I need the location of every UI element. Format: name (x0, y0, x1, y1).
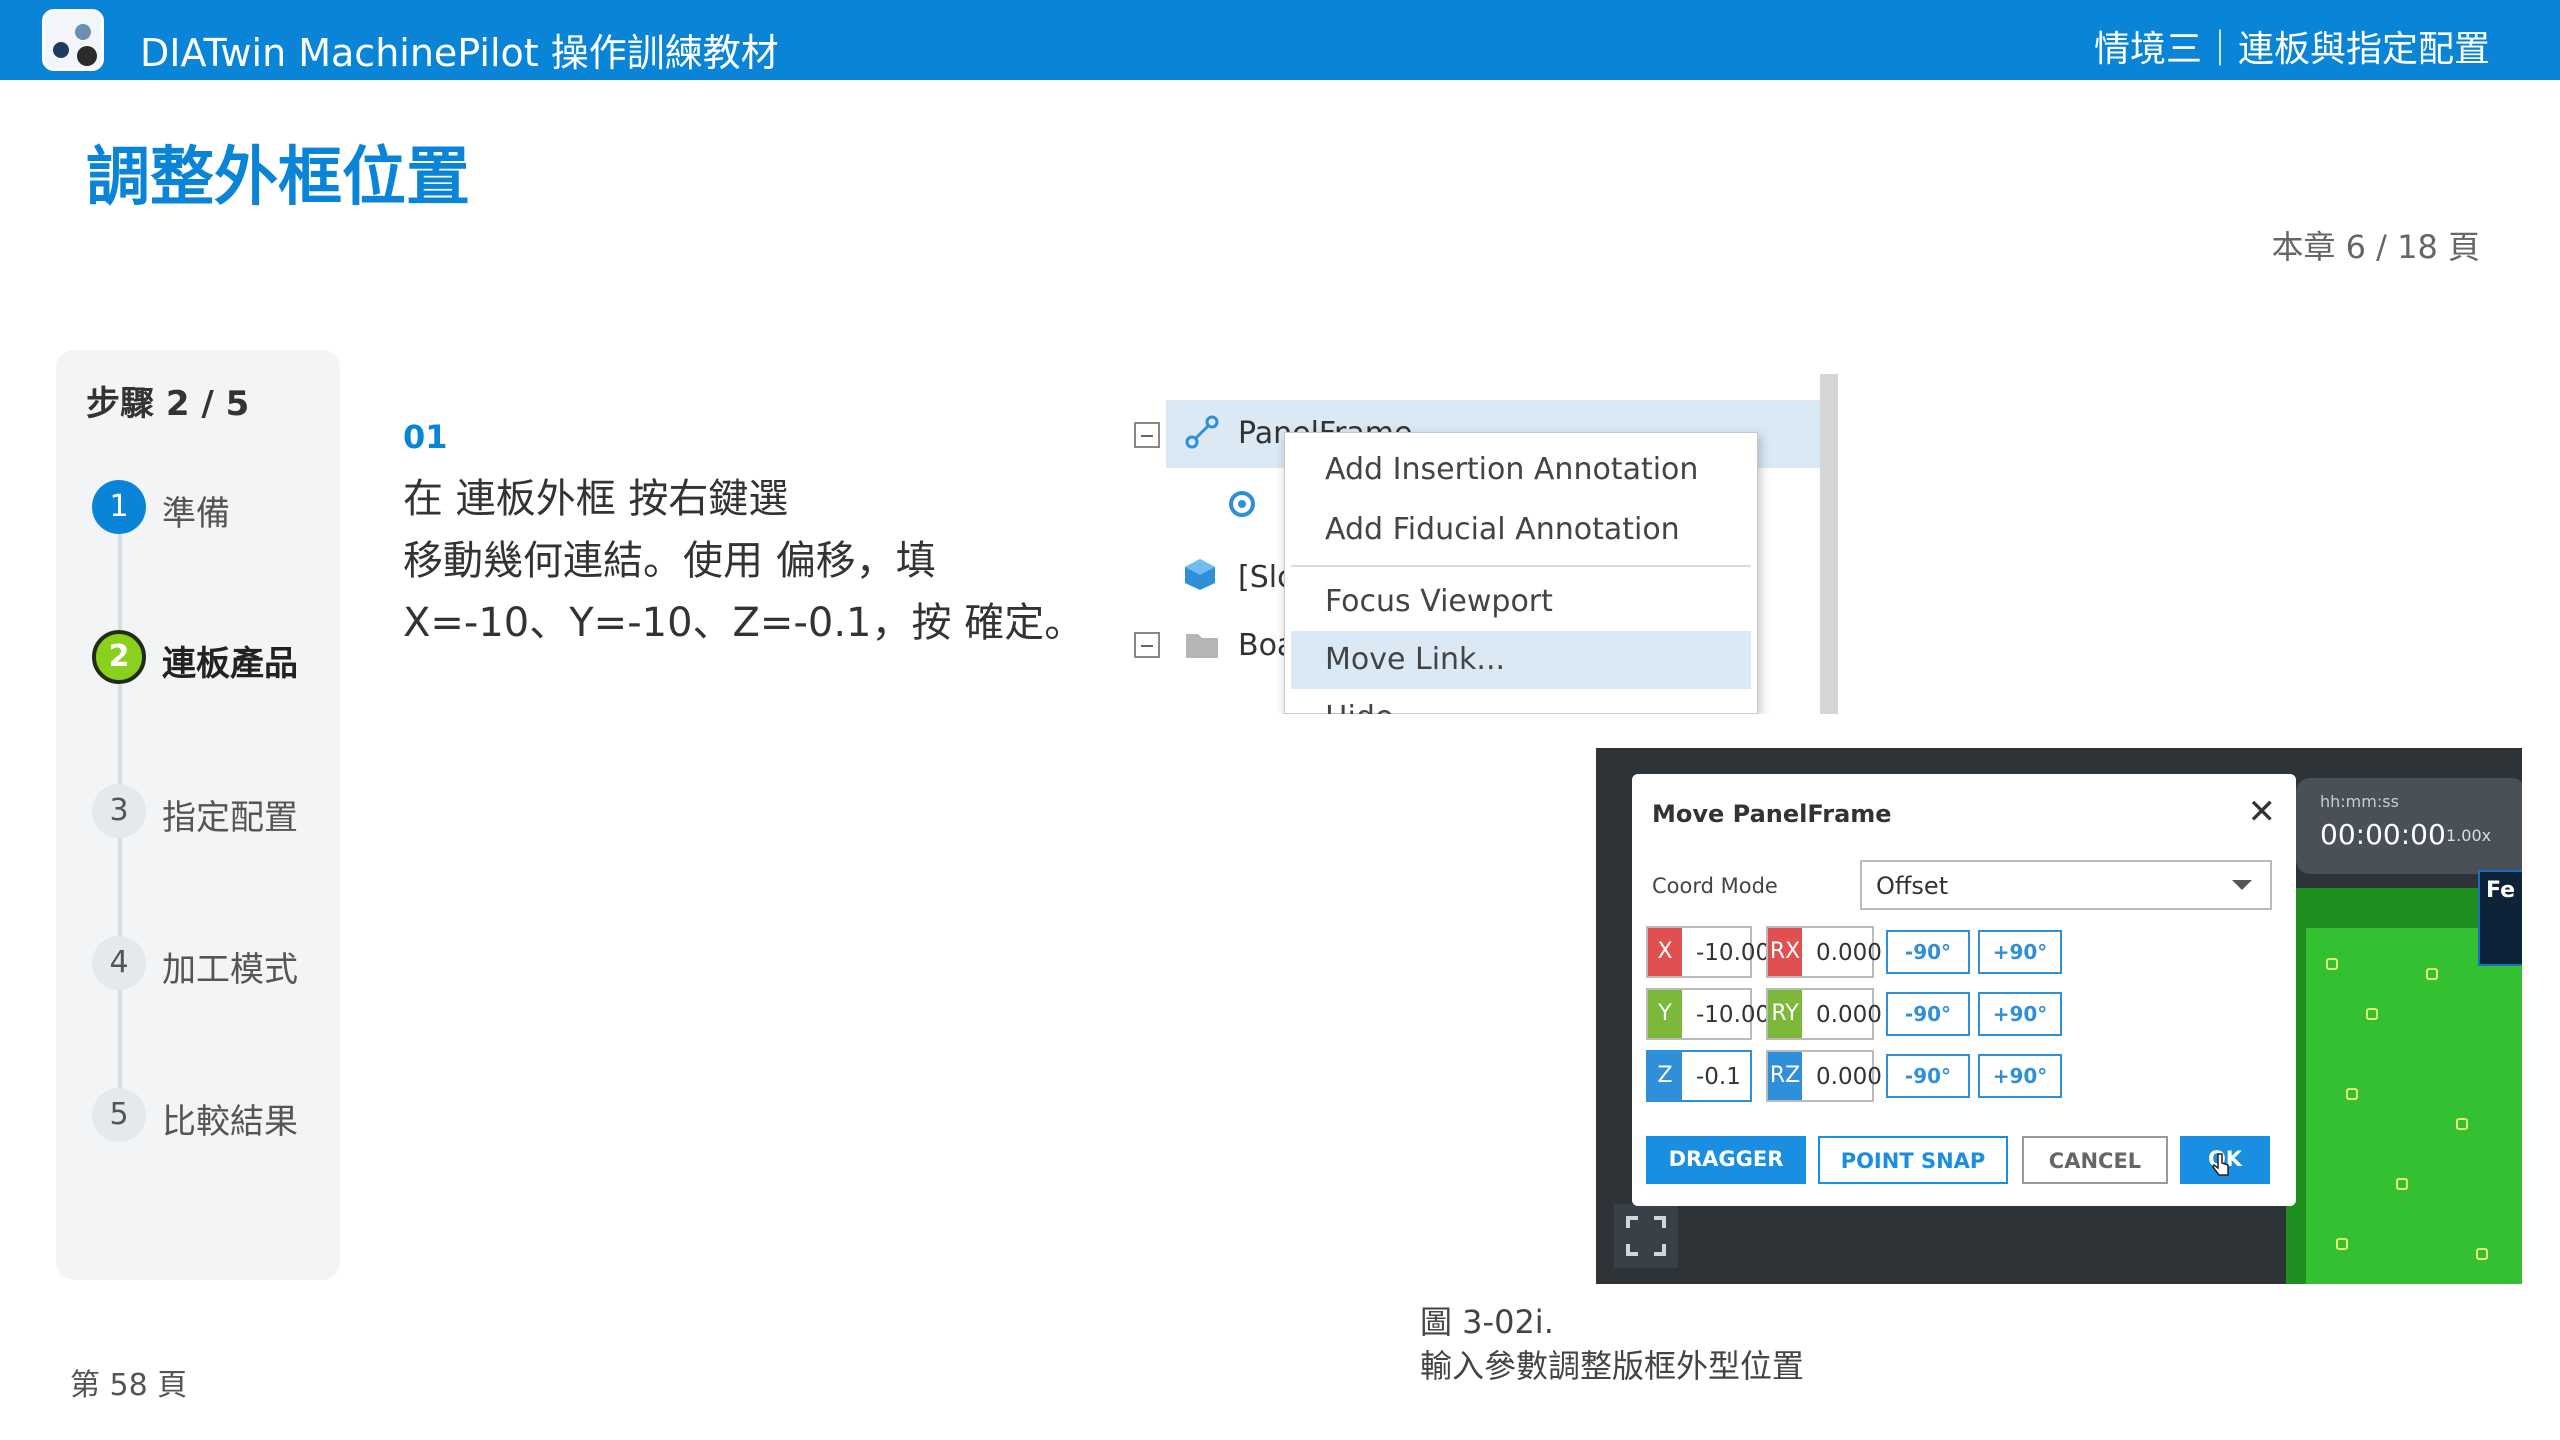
move-panelframe-dialog: Move PanelFrame ✕ Coord Mode Offset X -1… (1632, 774, 2296, 1206)
step-item-2[interactable]: 2 連板產品 (92, 630, 332, 690)
step-item-5[interactable]: 5 比較結果 (92, 1088, 332, 1148)
collapse-icon[interactable] (1134, 422, 1160, 448)
app-title: DIATwin MachinePilot 操作訓練教材 (140, 31, 779, 75)
stepper-title: 步驟 2 / 5 (86, 384, 250, 424)
step-number: 3 (92, 784, 146, 838)
point-snap-button[interactable]: POINT SNAP (1818, 1136, 2008, 1184)
side-panel[interactable]: Fe (2478, 870, 2522, 966)
step-label: 比較結果 (162, 1102, 298, 1142)
step-label: 指定配置 (162, 798, 298, 838)
menu-item-focus-viewport[interactable]: Focus Viewport (1285, 573, 1757, 631)
coord-mode-select[interactable]: Offset (1860, 860, 2272, 910)
y-tag: Y (1648, 990, 1682, 1038)
rz-field[interactable]: RZ 0.000 (1766, 1050, 1882, 1102)
step-number: 5 (92, 1088, 146, 1142)
ry-field[interactable]: RY 0.000 (1766, 988, 1882, 1040)
top-bar: DIATwin MachinePilot 操作訓練教材 情境三｜連板與指定配置 (0, 0, 2560, 80)
rx-field[interactable]: RX 0.000 (1766, 926, 1882, 978)
rx-plus-90-button[interactable]: +90° (1978, 930, 2062, 974)
rz-minus-90-button[interactable]: -90° (1886, 1054, 1970, 1098)
rz-plus-90-button[interactable]: +90° (1978, 1054, 2062, 1098)
rx-tag: RX (1768, 928, 1802, 976)
cancel-button[interactable]: CANCEL (2022, 1136, 2168, 1184)
ry-plus-90-button[interactable]: +90° (1978, 992, 2062, 1036)
pcb-board (2306, 928, 2522, 1284)
instruction-line: 移動幾何連結。使用 偏移，填 (403, 538, 936, 584)
close-icon[interactable]: ✕ (2248, 792, 2277, 832)
menu-item-move-link[interactable]: Move Link... (1291, 631, 1751, 689)
page-title: 調整外框位置 (86, 141, 470, 215)
page-number: 第 58 頁 (70, 1368, 188, 1403)
chapter-title: 情境三｜連板與指定配置 (2093, 29, 2490, 70)
cube-icon (1185, 559, 1215, 590)
z-value: -0.1 (1696, 1064, 1741, 1090)
step-label: 準備 (162, 494, 230, 534)
gear-icon (1229, 491, 1255, 517)
move-dialog-screenshot: hh:mm:ss 00:00:00 1.00x Fe Move PanelFra… (1596, 748, 2522, 1284)
step-item-1[interactable]: 1 準備 (92, 480, 332, 540)
context-menu-screenshot: PanelFrame [Slc Boa Add Insertion Annota… (1108, 374, 1838, 714)
chevron-down-icon (2232, 880, 2252, 890)
rz-value: 0.000 (1816, 1064, 1882, 1090)
collapse-icon[interactable] (1134, 632, 1160, 658)
rz-tag: RZ (1768, 1052, 1802, 1100)
x-field[interactable]: X -10.000 (1646, 926, 1785, 978)
cursor-icon (2212, 1153, 2229, 1176)
step-item-4[interactable]: 4 加工模式 (92, 936, 332, 996)
z-tag: Z (1648, 1052, 1682, 1100)
instruction-number: 01 (403, 418, 448, 456)
caption-text: 輸入參數調整版框外型位置 (1420, 1347, 1805, 1385)
x-tag: X (1648, 928, 1682, 976)
rx-minus-90-button[interactable]: -90° (1886, 930, 1970, 974)
instruction-line: 在 連板外框 按右鍵選 (403, 476, 789, 522)
caption-label: 圖 3-02i. (1420, 1303, 1554, 1341)
figure-caption: 圖 3-02i. 輸入參數調整版框外型位置 (1420, 1300, 1804, 1388)
menu-item-add-fiducial-annotation[interactable]: Add Fiducial Annotation (1285, 501, 1757, 559)
coord-mode-value: Offset (1876, 872, 1949, 900)
rx-value: 0.000 (1816, 940, 1882, 966)
step-number: 4 (92, 936, 146, 990)
instruction-line: X=-10、Y=-10、Z=-0.1，按 確定。 (403, 600, 1085, 646)
step-number: 2 (92, 630, 146, 684)
chapter-page-indicator: 本章 6 / 18 頁 (2271, 228, 2480, 266)
folder-icon (1186, 634, 1218, 658)
instruction-text: 在 連板外框 按右鍵選 移動幾何連結。使用 偏移，填 X=-10、Y=-10、Z… (403, 468, 1103, 654)
link-icon (1185, 415, 1219, 449)
ry-tag: RY (1768, 990, 1802, 1038)
ry-value: 0.000 (1816, 1002, 1882, 1028)
timer-label: hh:mm:ss (2320, 792, 2399, 811)
coord-mode-label: Coord Mode (1652, 874, 1778, 898)
step-item-3[interactable]: 3 指定配置 (92, 784, 332, 844)
step-label: 加工模式 (162, 950, 298, 990)
step-number: 1 (92, 480, 146, 534)
timer-box: hh:mm:ss 00:00:00 1.00x (2296, 778, 2522, 874)
timer-speed: 1.00x (2446, 826, 2492, 845)
scrollbar[interactable] (1820, 374, 1838, 714)
ry-minus-90-button[interactable]: -90° (1886, 992, 1970, 1036)
dialog-title: Move PanelFrame (1652, 800, 1892, 828)
expand-icon[interactable] (1614, 1204, 1678, 1268)
app-logo-icon (42, 9, 104, 71)
context-menu: Add Insertion Annotation Add Fiducial An… (1284, 432, 1758, 714)
menu-item-add-insertion-annotation[interactable]: Add Insertion Annotation (1285, 441, 1757, 499)
step-sidebar: 步驟 2 / 5 1 準備 2 連板產品 3 指定配置 4 加工模式 5 比較結… (56, 350, 340, 1280)
timer-value: 00:00:00 (2320, 818, 2446, 851)
z-field[interactable]: Z -0.1 (1646, 1050, 1752, 1102)
dragger-button[interactable]: DRAGGER (1646, 1136, 1806, 1184)
step-label: 連板產品 (162, 644, 298, 684)
menu-divider (1291, 565, 1751, 567)
y-field[interactable]: Y -10.000 (1646, 988, 1785, 1040)
menu-item-hide[interactable]: Hide (1285, 689, 1757, 714)
